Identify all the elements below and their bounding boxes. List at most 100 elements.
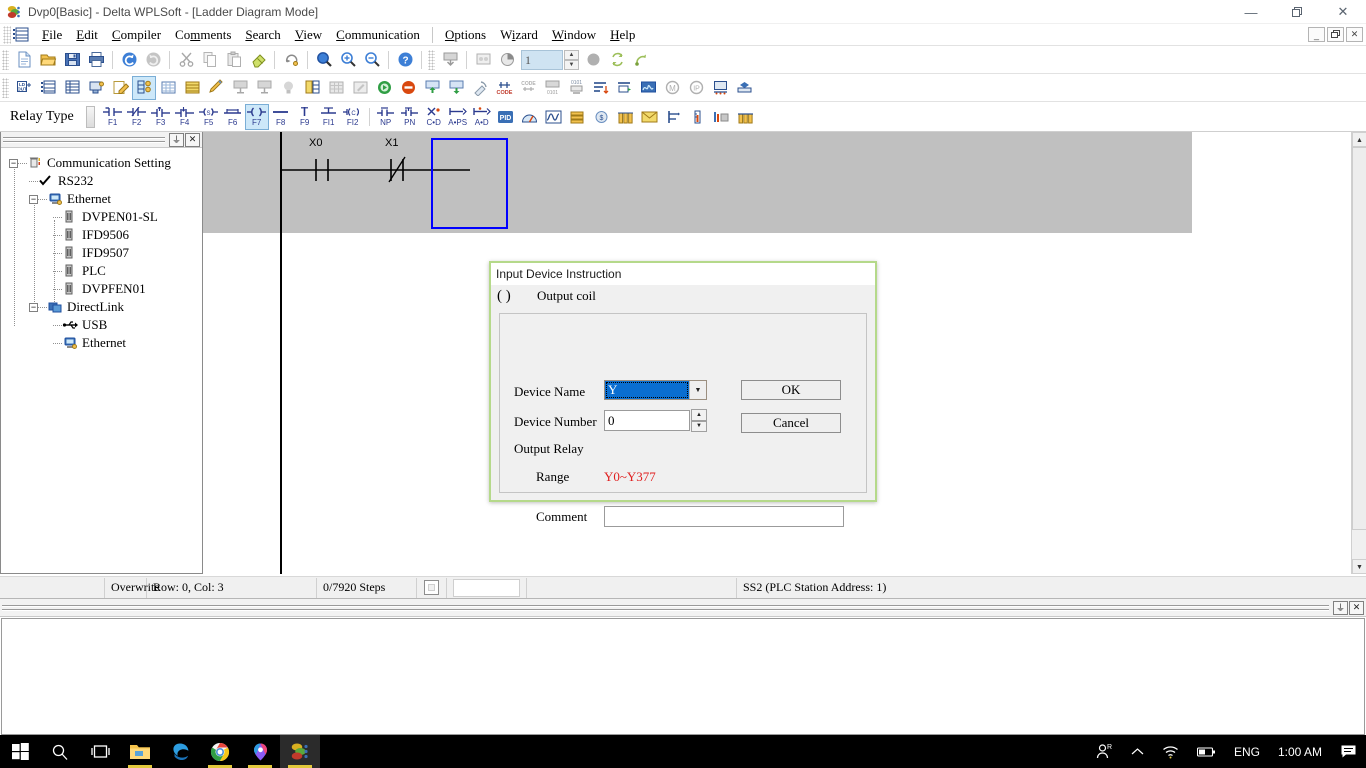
edge-browser-icon[interactable] xyxy=(160,735,200,768)
minimize-button[interactable]: — xyxy=(1228,0,1274,24)
maps-pin-icon[interactable] xyxy=(240,735,280,768)
stop-record-icon[interactable] xyxy=(581,48,605,72)
monitor-ip-icon[interactable]: IP xyxy=(684,76,708,100)
align-icon[interactable] xyxy=(662,105,686,129)
battery-icon[interactable] xyxy=(1188,735,1225,768)
dock-pin-button[interactable]: ⏚ xyxy=(1333,601,1348,615)
waveform-icon[interactable] xyxy=(542,105,566,129)
scroll-up-icon[interactable]: ▲ xyxy=(1352,132,1366,147)
scope-icon[interactable] xyxy=(636,76,660,100)
print-icon[interactable] xyxy=(84,48,108,72)
device-number-spinner[interactable]: ▲ ▼ xyxy=(691,409,707,432)
register-io-icon[interactable]: 0101 xyxy=(540,76,564,100)
zoom-icon[interactable] xyxy=(312,48,336,72)
step-spinner[interactable]: 1 ▲ ▼ xyxy=(521,50,579,70)
zoom-out-icon[interactable] xyxy=(360,48,384,72)
tree-node-ethernet[interactable]: − Ethernet xyxy=(5,190,202,208)
scroll-down-icon[interactable]: ▼ xyxy=(1352,559,1366,574)
spinner-up-icon[interactable]: ▲ xyxy=(691,409,707,421)
toolbar-grip-2[interactable] xyxy=(428,50,435,70)
code-write-icon[interactable]: CODE xyxy=(492,76,516,100)
people-icon[interactable]: R xyxy=(1087,735,1122,768)
run-plc-icon[interactable] xyxy=(372,76,396,100)
fkey-set-coil[interactable]: S F5 xyxy=(197,104,221,130)
comment-table-icon[interactable] xyxy=(180,76,204,100)
sequence-icon[interactable] xyxy=(710,105,734,129)
tree-node-plc[interactable]: PLC xyxy=(5,262,202,280)
menu-item-options[interactable]: Options xyxy=(438,25,493,45)
editor-vertical-scrollbar[interactable]: ▲ ▼ xyxy=(1351,132,1366,574)
bar-chart-icon[interactable] xyxy=(734,105,758,129)
tree-node-usb[interactable]: USB xyxy=(5,316,202,334)
device-number-input[interactable]: 0 xyxy=(604,410,690,431)
panel-pin-button[interactable]: ⏚ xyxy=(169,133,184,147)
fkey-np[interactable]: NP xyxy=(374,104,398,130)
plc-download-icon[interactable] xyxy=(444,76,468,100)
plc-upload-icon[interactable] xyxy=(420,76,444,100)
stop-plc-icon[interactable] xyxy=(396,76,420,100)
fkey-delete-vline[interactable]: FI1 xyxy=(317,104,341,130)
chrome-browser-icon[interactable] xyxy=(200,735,240,768)
output-log-area[interactable] xyxy=(1,618,1365,735)
save-icon[interactable] xyxy=(60,48,84,72)
instruction-list-icon[interactable] xyxy=(60,76,84,100)
device-name-combo[interactable]: Y ▼ xyxy=(604,380,707,400)
language-indicator[interactable]: ENG xyxy=(1225,735,1269,768)
mdi-close-button[interactable]: ✕ xyxy=(1346,27,1363,42)
ladder-symbol-icon[interactable] xyxy=(132,76,156,100)
network-pc-icon[interactable] xyxy=(708,76,732,100)
compass-icon[interactable]: $ xyxy=(590,105,614,129)
tree-node-ifd9507[interactable]: IFD9507 xyxy=(5,244,202,262)
menu-item-view[interactable]: View xyxy=(288,25,329,45)
fkey-contact-falling[interactable]: F4 xyxy=(173,104,197,130)
mdi-restore-button[interactable] xyxy=(1327,27,1344,42)
step-run-icon[interactable] xyxy=(612,76,636,100)
comment-input[interactable] xyxy=(604,506,844,527)
satellite-icon[interactable] xyxy=(468,76,492,100)
tree-node-ifd9506[interactable]: IFD9506 xyxy=(5,226,202,244)
ok-button[interactable]: OK xyxy=(741,380,841,400)
plc-write-icon[interactable] xyxy=(228,76,252,100)
tree-node-directlink-ethernet[interactable]: Ethernet xyxy=(5,334,202,352)
task-view-icon[interactable] xyxy=(80,735,120,768)
ladder-download-icon[interactable] xyxy=(438,48,462,72)
copy-icon[interactable] xyxy=(198,48,222,72)
tree-node-dvpfen01[interactable]: DVPFEN01 xyxy=(5,280,202,298)
tree-node-directlink[interactable]: − DirectLink xyxy=(5,298,202,316)
register-edit-icon[interactable] xyxy=(348,76,372,100)
thermometer-icon[interactable] xyxy=(686,105,710,129)
file-explorer-icon[interactable] xyxy=(120,735,160,768)
status-checkbox-cell[interactable] xyxy=(417,578,447,598)
simulator-icon[interactable] xyxy=(84,76,108,100)
tree-node-dvpen01-sl[interactable]: DVPEN01-SL xyxy=(5,208,202,226)
panel-grip-lines[interactable] xyxy=(3,136,165,144)
close-button[interactable]: ✕ xyxy=(1320,0,1366,24)
menu-item-search[interactable]: Search xyxy=(238,25,287,45)
menu-item-wizard[interactable]: Wizard xyxy=(493,25,545,45)
status-checkbox[interactable] xyxy=(424,580,439,595)
menu-item-compiler[interactable]: Compiler xyxy=(105,25,168,45)
fkey-aps[interactable]: A•PS xyxy=(446,104,470,130)
simulator-toggle-icon[interactable] xyxy=(471,48,495,72)
fkey-inverse-coil[interactable]: C FI2 xyxy=(341,104,365,130)
spinner-down-icon[interactable]: ▼ xyxy=(564,60,579,70)
ladder-download-view-icon[interactable]: LDOUT xyxy=(12,76,36,100)
monitor-setting-icon[interactable]: 0101 xyxy=(564,76,588,100)
ladder-compile-icon[interactable] xyxy=(300,76,324,100)
fkey-delete-hline[interactable]: F8 xyxy=(269,104,293,130)
spinner-down-icon[interactable]: ▼ xyxy=(691,421,707,433)
cut-icon[interactable] xyxy=(174,48,198,72)
network-device-icon[interactable] xyxy=(732,76,756,100)
wplsoft-taskbar-icon[interactable] xyxy=(280,735,320,768)
edit-pencil-icon[interactable] xyxy=(108,76,132,100)
toolbar-grip[interactable] xyxy=(2,50,9,70)
pie-progress-icon[interactable] xyxy=(495,48,519,72)
undo-icon[interactable] xyxy=(117,48,141,72)
help-icon[interactable]: ? xyxy=(393,48,417,72)
mdi-minimize-button[interactable]: _ xyxy=(1308,27,1325,42)
status-input-cell[interactable] xyxy=(447,578,527,598)
panel-close-button[interactable]: ✕ xyxy=(185,133,200,147)
envelope-icon[interactable] xyxy=(638,105,662,129)
fkey-horizontal-line[interactable]: F6 xyxy=(221,104,245,130)
code-down-icon[interactable]: CODE xyxy=(516,76,540,100)
